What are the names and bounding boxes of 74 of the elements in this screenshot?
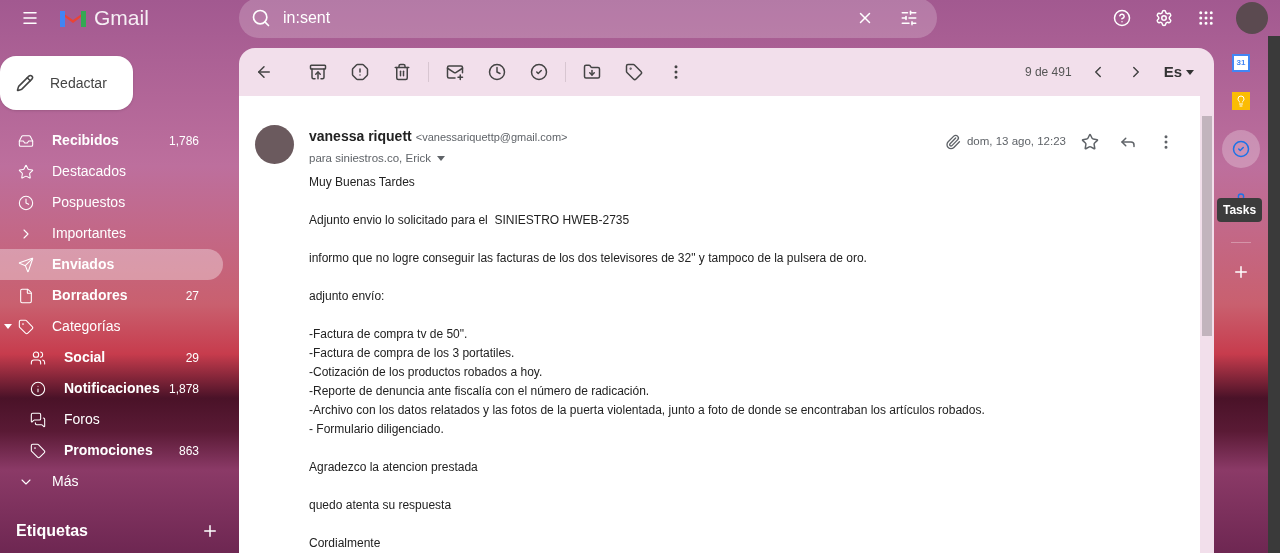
sidebar-label: Promociones xyxy=(64,441,153,460)
pencil-icon xyxy=(16,74,34,92)
sender-avatar xyxy=(254,125,294,164)
file-icon xyxy=(18,287,34,304)
message-position: 9 de 491 xyxy=(1024,64,1072,81)
sidebar-item[interactable]: Notificaciones 1,878 xyxy=(0,373,223,404)
sidebar-item[interactable]: Pospuestos xyxy=(0,187,223,218)
sidebar-label: Destacados xyxy=(52,162,126,181)
tooltip: Tasks xyxy=(1217,198,1263,222)
sidebar-label: Notificaciones xyxy=(64,379,160,398)
sidebar-count: 27 xyxy=(185,287,199,305)
add-icon[interactable] xyxy=(1232,263,1250,281)
sidebar-count: 1,786 xyxy=(168,132,199,150)
info-icon xyxy=(30,380,46,397)
sidebar-item[interactable]: Más xyxy=(0,466,223,497)
sidebar-item[interactable]: Categorías xyxy=(0,311,223,342)
search-input[interactable]: in:sent xyxy=(283,6,849,30)
body-text: -Archivo con los datos relatados y las fotos de la puerta violentada, junto a foto de donde se encontraban los artículos robados. xyxy=(309,402,986,420)
scrollbar-thumb[interactable] xyxy=(1202,116,1212,336)
message-date: dom, 13 ago, 12:23 xyxy=(966,134,1066,150)
app-name: Gmail xyxy=(94,5,149,32)
add-label-icon[interactable] xyxy=(201,522,219,540)
body-text: Muy Buenas Tardes xyxy=(309,174,416,192)
star-icon xyxy=(18,163,34,180)
tag-icon xyxy=(30,442,46,459)
sender-email: <vanessariquettp@gmail.com> xyxy=(415,130,568,145)
body-text: - Formulario diligenciado. xyxy=(309,421,445,439)
compose-button[interactable]: Redactar xyxy=(0,56,133,110)
sidebar-label: Pospuestos xyxy=(52,193,126,212)
caret-icon xyxy=(1186,69,1194,75)
sidebar-item[interactable]: Destacados xyxy=(0,156,223,187)
inbox-icon xyxy=(18,132,34,149)
body-text: Cordialmente xyxy=(309,535,382,553)
sidebar-label: Borradores xyxy=(52,286,128,305)
sidebar-label: Recibidos xyxy=(52,131,119,150)
sidebar-item[interactable]: Enviados xyxy=(0,249,223,280)
sidebar-item[interactable]: Borradores 27 xyxy=(0,280,223,311)
sidebar-item[interactable]: Recibidos 1,786 xyxy=(0,125,223,156)
paperclip-icon xyxy=(944,134,961,150)
body-text: -Cotización de los productos robados a hoy. xyxy=(309,364,544,382)
body-text: quedo atenta su respuesta xyxy=(309,497,453,515)
body-text: -Factura de compra de los 3 portatiles. xyxy=(309,345,516,363)
recipients-toggle[interactable]: para siniestros.co, Erick xyxy=(309,150,568,168)
sidebar-label: Categorías xyxy=(52,317,121,336)
sidebar-count: 863 xyxy=(178,442,199,460)
body-text: -Factura de compra tv de 50". xyxy=(309,326,469,344)
sidebar-label: Más xyxy=(52,472,79,491)
sidebar-count: 29 xyxy=(185,349,199,367)
sidebar-item[interactable]: Foros xyxy=(0,404,223,435)
clock-icon xyxy=(18,194,34,211)
label-icon xyxy=(18,318,34,335)
caret-icon xyxy=(437,156,446,162)
body-text: Adjunto envio lo solicitado para el SINIESTRO HWEB-2735 xyxy=(309,212,631,230)
send-icon xyxy=(18,256,34,273)
sidebar-label: Social xyxy=(64,348,106,367)
body-text: adjunto envío: xyxy=(309,288,386,306)
labels-heading: Etiquetas xyxy=(16,521,88,541)
people-icon xyxy=(30,349,46,366)
sidebar-count: 1,878 xyxy=(168,380,199,398)
search-icon xyxy=(251,8,271,28)
calendar-icon[interactable]: 31 xyxy=(1232,54,1250,72)
sidebar-label: Enviados xyxy=(52,255,115,274)
body-text: -Reporte de denuncia ante fiscalía con el número de radicación. xyxy=(309,383,651,401)
sidebar-label: Foros xyxy=(64,410,100,429)
chat-icon xyxy=(30,411,46,428)
body-text: Agradezco la atencion prestada xyxy=(309,459,479,477)
search-field[interactable]: in:sent xyxy=(239,0,937,38)
sender-name: vanessa riquett xyxy=(309,127,412,146)
sidebar-item[interactable]: Importantes xyxy=(0,218,223,249)
input-tools-button[interactable]: Es xyxy=(1163,60,1194,84)
sidebar-label: Importantes xyxy=(52,224,126,243)
body-text: informo que no logre conseguir las facturas de los dos televisores de 32" y tampoco de la pulsera de oro. xyxy=(309,250,868,268)
sidebar-item[interactable]: Social 29 xyxy=(0,342,223,373)
sidebar-item[interactable]: Promociones 863 xyxy=(0,435,223,466)
